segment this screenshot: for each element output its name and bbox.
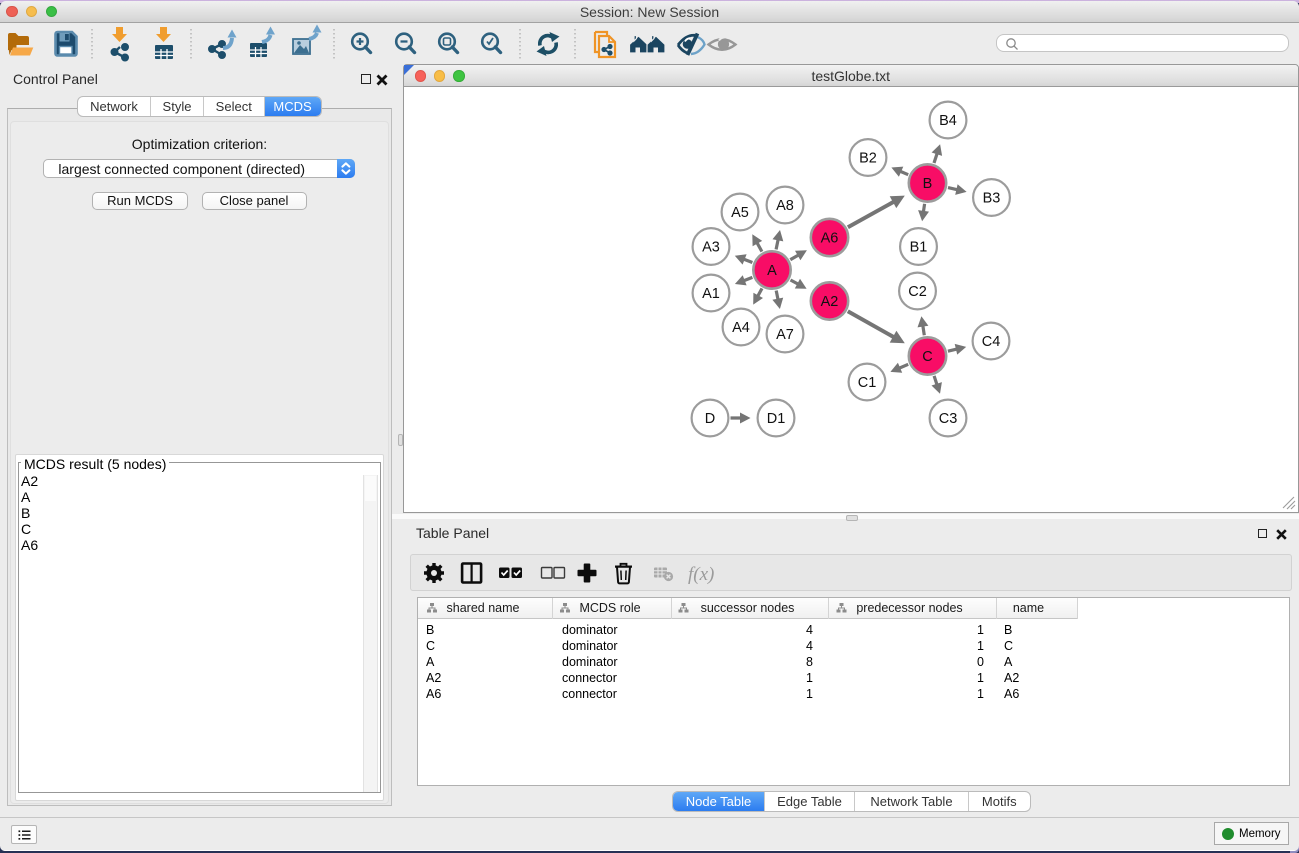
svg-text:A7: A7 [776,327,794,343]
svg-text:A: A [767,263,777,279]
svg-text:C2: C2 [908,284,927,300]
svg-text:A2: A2 [821,294,839,310]
svg-text:B3: B3 [983,191,1001,207]
svg-text:B1: B1 [910,240,928,256]
svg-text:f(x): f(x) [688,564,714,585]
svg-text:C4: C4 [982,334,1001,350]
svg-text:D1: D1 [767,411,786,427]
svg-text:A8: A8 [776,198,794,214]
svg-text:C: C [922,349,932,365]
svg-text:A5: A5 [731,205,749,221]
svg-text:A6: A6 [821,231,839,247]
svg-text:B: B [923,176,933,192]
svg-text:A1: A1 [702,286,720,302]
svg-text:B4: B4 [939,113,957,129]
svg-text:B2: B2 [859,151,877,167]
svg-text:D: D [705,411,715,427]
svg-text:C3: C3 [939,411,958,427]
svg-text:A3: A3 [702,240,720,256]
svg-text:C1: C1 [858,375,877,391]
svg-text:A4: A4 [732,320,750,336]
